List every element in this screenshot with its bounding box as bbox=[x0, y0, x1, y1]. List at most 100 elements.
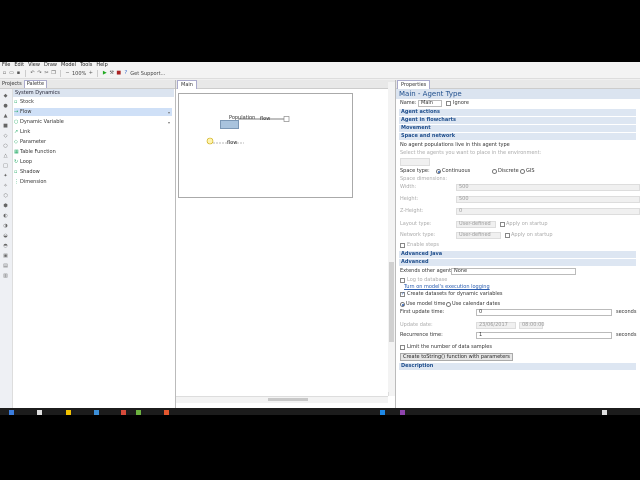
taskbar-app-icon[interactable] bbox=[400, 410, 405, 415]
palette-item-shadow[interactable]: ▫ Shadow bbox=[14, 168, 172, 176]
tab-palette[interactable]: Palette bbox=[23, 80, 48, 88]
palette-category-icon[interactable]: ◐ bbox=[2, 213, 9, 220]
palette-item-link[interactable]: ↗ Link bbox=[14, 128, 172, 136]
update-date-input[interactable]: 23/06/2017 bbox=[476, 322, 516, 329]
taskbar-app-icon[interactable] bbox=[121, 410, 126, 415]
palette-item-menu-icon[interactable]: ▾ bbox=[168, 119, 170, 127]
menu-file[interactable]: File bbox=[0, 62, 12, 69]
create-datasets-checkbox[interactable] bbox=[400, 291, 405, 297]
palette-category-icon[interactable]: ▣ bbox=[2, 253, 9, 260]
palette-item-table-function[interactable]: ▦Table Function bbox=[14, 148, 172, 156]
palette-category-icon[interactable]: ■ bbox=[2, 123, 9, 130]
properties-scrollbar[interactable] bbox=[388, 82, 395, 392]
cloud-sink[interactable] bbox=[283, 116, 290, 122]
radio-continuous[interactable] bbox=[436, 169, 441, 174]
taskbar-app-icon[interactable] bbox=[136, 410, 141, 415]
radio-calendar[interactable] bbox=[446, 302, 451, 307]
save-icon[interactable]: ▪ bbox=[16, 71, 21, 76]
menu-draw[interactable]: Draw bbox=[42, 62, 59, 69]
radio-discrete[interactable] bbox=[492, 169, 497, 174]
radio-model-time[interactable] bbox=[400, 302, 405, 307]
log-db-checkbox[interactable] bbox=[400, 278, 405, 283]
zoom-level[interactable]: 100% bbox=[72, 71, 86, 77]
enable-steps-checkbox[interactable] bbox=[400, 243, 405, 248]
update-time-input[interactable]: 08:00:00 bbox=[519, 322, 544, 329]
menu-edit[interactable]: Edit bbox=[12, 62, 26, 69]
zoom-out-icon[interactable]: − bbox=[65, 71, 70, 76]
palette-item-stock[interactable]: ▫ Stock bbox=[14, 98, 172, 106]
network-type-select[interactable]: User-defined bbox=[456, 232, 501, 239]
apply-startup-checkbox-2[interactable] bbox=[505, 233, 510, 238]
run-icon[interactable]: ▶ bbox=[102, 71, 107, 76]
taskbar-app-icon[interactable] bbox=[37, 410, 42, 415]
recurrence-input[interactable]: 1 bbox=[476, 332, 612, 339]
palette-category-icon[interactable]: ◒ bbox=[2, 233, 9, 240]
section-space-network[interactable]: Space and network bbox=[399, 133, 636, 140]
limit-samples-checkbox[interactable] bbox=[400, 345, 405, 350]
taskbar-app-icon[interactable] bbox=[66, 410, 71, 415]
editor-scroll-thumb[interactable] bbox=[268, 398, 308, 401]
palette-category-icon[interactable]: ◑ bbox=[2, 223, 9, 230]
menu-tools[interactable]: Tools bbox=[78, 62, 94, 69]
palette-item-dimension[interactable]: ⋮Dimension bbox=[14, 178, 172, 186]
turn-on-log-link[interactable]: Turn on model's execution logging bbox=[404, 284, 490, 291]
new-icon[interactable]: ▫ bbox=[2, 71, 7, 76]
section-advanced-java[interactable]: Advanced Java bbox=[399, 251, 636, 258]
palette-item-dynamic-variable[interactable]: ○ Dynamic Variable ▾ bbox=[14, 118, 172, 126]
section-advanced[interactable]: Advanced bbox=[399, 259, 636, 266]
redo-icon[interactable]: ↷ bbox=[37, 71, 42, 76]
palette-category-icon[interactable]: △ bbox=[2, 153, 9, 160]
tostring-button[interactable]: Create toString() function with paramete… bbox=[400, 353, 513, 361]
tab-properties[interactable]: Properties bbox=[397, 80, 431, 89]
section-description[interactable]: Description bbox=[399, 363, 636, 370]
first-update-input[interactable]: 0 bbox=[476, 309, 612, 316]
palette-item-parameter[interactable]: ◇ Parameter bbox=[14, 138, 172, 146]
palette-category-icon[interactable]: ⬡ bbox=[2, 193, 9, 200]
open-icon[interactable]: ▭ bbox=[9, 71, 14, 76]
palette-category-icon[interactable]: ◆ bbox=[2, 93, 9, 100]
undo-icon[interactable]: ↶ bbox=[30, 71, 35, 76]
section-agent-actions[interactable]: Agent actions bbox=[399, 109, 636, 116]
palette-category-icon[interactable]: ◓ bbox=[2, 243, 9, 250]
tab-projects[interactable]: Projects bbox=[0, 81, 24, 88]
width-input[interactable]: 500 bbox=[456, 184, 640, 191]
taskbar-app-icon[interactable] bbox=[94, 410, 99, 415]
palette-item-loop[interactable]: ↻ Loop bbox=[14, 158, 172, 166]
stop-icon[interactable]: ■ bbox=[116, 71, 121, 76]
name-input[interactable]: Main bbox=[418, 100, 442, 107]
palette-category-icon[interactable]: ▥ bbox=[2, 273, 9, 280]
palette-item-flow[interactable]: → Flow ▾ bbox=[14, 108, 172, 116]
agents-list[interactable] bbox=[400, 158, 430, 166]
palette-category-icon[interactable]: ● bbox=[2, 103, 9, 110]
copy-icon[interactable]: ❐ bbox=[51, 71, 56, 76]
ignore-checkbox[interactable] bbox=[446, 101, 451, 106]
help-icon[interactable]: ? bbox=[123, 71, 128, 76]
extends-select[interactable]: None bbox=[451, 268, 576, 275]
section-movement[interactable]: Movement bbox=[399, 125, 636, 132]
palette-item-menu-icon[interactable]: ▾ bbox=[168, 109, 170, 117]
palette-category-icon[interactable]: ✧ bbox=[2, 183, 9, 190]
taskbar-app-icon[interactable] bbox=[164, 410, 169, 415]
get-support-link[interactable]: Get Support... bbox=[130, 71, 165, 77]
radio-gis[interactable] bbox=[520, 169, 525, 174]
palette-category-icon[interactable]: ⬢ bbox=[2, 203, 9, 210]
palette-category-icon[interactable]: ○ bbox=[2, 143, 9, 150]
selected-point[interactable] bbox=[206, 137, 214, 145]
palette-category-icon[interactable]: ✦ bbox=[2, 173, 9, 180]
palette-category-icon[interactable]: ▤ bbox=[2, 263, 9, 270]
zheight-input[interactable]: 0 bbox=[456, 208, 640, 215]
menu-help[interactable]: Help bbox=[94, 62, 109, 69]
palette-category-icon[interactable]: □ bbox=[2, 163, 9, 170]
build-icon[interactable]: ⚒ bbox=[109, 71, 114, 76]
taskbar-app-icon[interactable] bbox=[9, 410, 14, 415]
zoom-in-icon[interactable]: + bbox=[88, 71, 93, 76]
taskbar-app-icon[interactable] bbox=[380, 410, 385, 415]
palette-section-header[interactable]: System Dynamics bbox=[13, 89, 174, 97]
height-input[interactable]: 500 bbox=[456, 196, 640, 203]
taskbar-app-icon[interactable] bbox=[602, 410, 607, 415]
cut-icon[interactable]: ✂ bbox=[44, 71, 49, 76]
menu-model[interactable]: Model bbox=[59, 62, 78, 69]
apply-startup-checkbox-1[interactable] bbox=[500, 222, 505, 227]
section-agent-flowcharts[interactable]: Agent in flowcharts bbox=[399, 117, 636, 124]
palette-category-icon[interactable]: ◇ bbox=[2, 133, 9, 140]
